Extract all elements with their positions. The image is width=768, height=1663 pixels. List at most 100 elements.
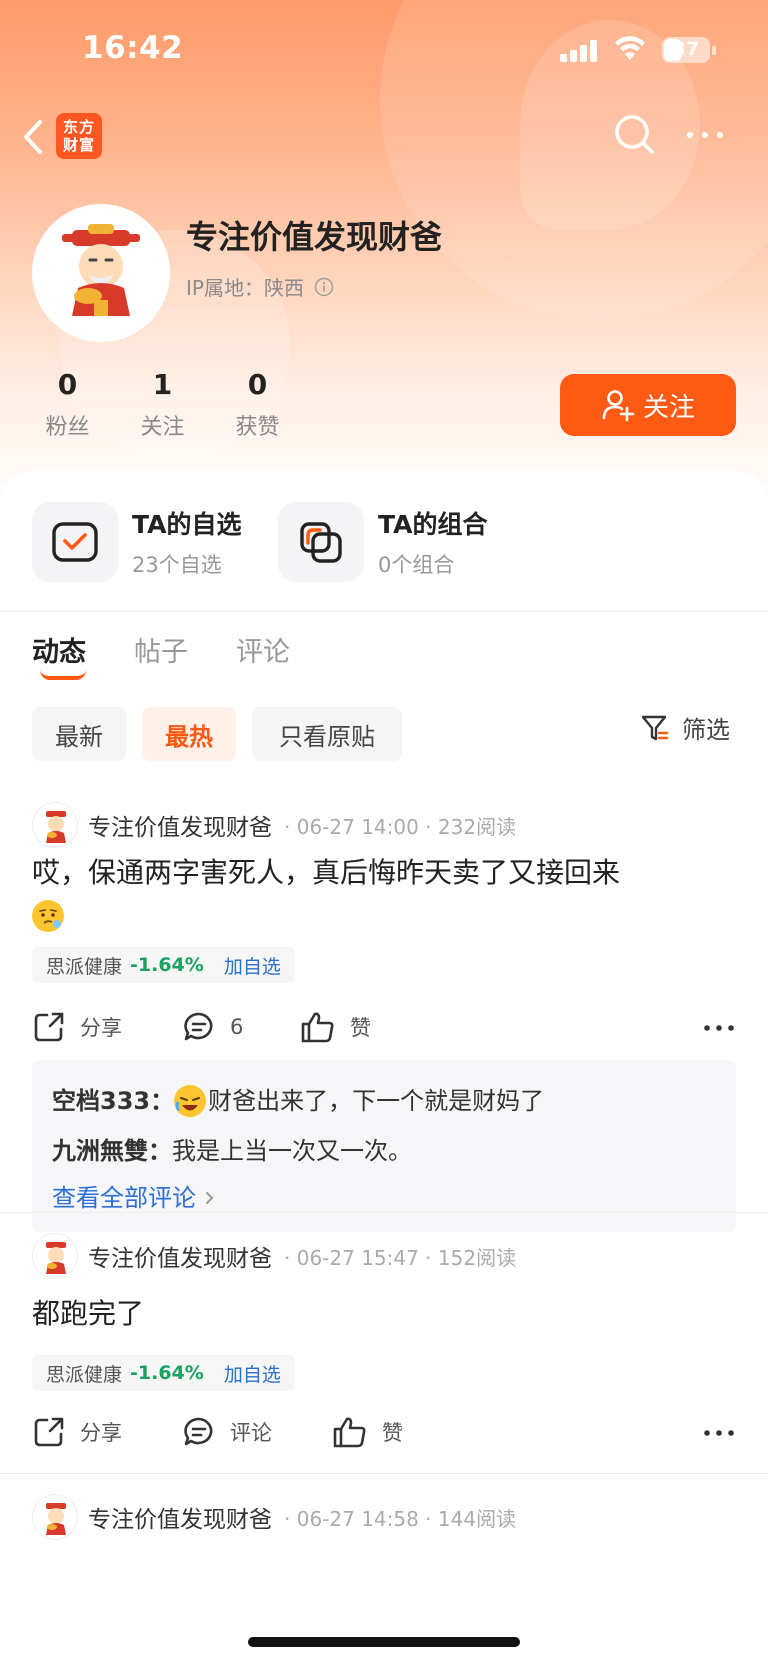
share-label: 分享: [80, 1421, 122, 1445]
post-actions: 分享 评论 赞: [32, 1415, 736, 1455]
stat-followers[interactable]: 0 粉丝: [20, 368, 115, 441]
caishen-avatar-icon: [46, 1242, 66, 1274]
like-button[interactable]: 赞: [300, 1010, 371, 1044]
entry-icon-box: [32, 502, 118, 582]
status-time: 16:42: [82, 30, 184, 66]
entry-subtitle: 0个组合: [378, 553, 455, 577]
more-options-icon[interactable]: [682, 120, 728, 150]
like-button[interactable]: 赞: [332, 1415, 403, 1449]
avatar[interactable]: [32, 1233, 78, 1279]
entry-icon-box: [278, 502, 364, 582]
like-label: 赞: [350, 1016, 371, 1040]
follow-button[interactable]: 关注: [560, 374, 736, 436]
stock-change: -1.64%: [130, 954, 204, 976]
comment-bubble-icon: [184, 1417, 213, 1446]
post-author[interactable]: 专注价值发现财爸: [88, 808, 272, 842]
stat-likes[interactable]: 0 获赞: [210, 368, 305, 441]
share-button[interactable]: 分享: [32, 1415, 122, 1449]
stock-name: 思派健康: [46, 1363, 123, 1386]
filter-label: 筛选: [682, 716, 730, 744]
add-to-watchlist-link[interactable]: 加自选: [224, 1360, 281, 1387]
post-content: 哎，保通两字害死人，真后悔昨天卖了又接回来: [32, 852, 736, 936]
stat-value: 0: [247, 368, 268, 401]
tab-posts[interactable]: 帖子: [134, 630, 188, 669]
comment-button[interactable]: 6: [182, 1010, 243, 1044]
avatar[interactable]: [32, 204, 170, 342]
thumbs-up-icon: [333, 1417, 366, 1448]
ip-location-row: IP属地：陕西: [186, 272, 334, 301]
add-user-icon: [602, 390, 635, 422]
post-author[interactable]: 专注价值发现财爸: [88, 1500, 272, 1534]
info-icon[interactable]: [314, 277, 334, 297]
comment-button[interactable]: 评论: [182, 1415, 272, 1449]
content-card: TA的自选 23个自选 TA的组合 0个组合 动态 帖子 评论 最新 最热 只看…: [0, 470, 768, 1663]
stock-name: 思派健康: [46, 955, 123, 978]
portfolio-squares-icon: [300, 522, 342, 563]
comment-user[interactable]: 九洲無雙：: [52, 1126, 172, 1176]
add-to-watchlist-link[interactable]: 加自选: [224, 952, 281, 979]
avatar[interactable]: [32, 802, 78, 848]
stat-label: 关注: [140, 415, 185, 440]
chip-original-only[interactable]: 只看原贴: [252, 707, 402, 761]
comment-label: 评论: [230, 1421, 272, 1445]
battery-icon: 37: [662, 37, 716, 63]
view-all-comments-link[interactable]: 查看全部评论: [52, 1176, 716, 1220]
profile-stats: 0 粉丝 1 关注 0 获赞: [20, 368, 305, 441]
watchlist-checkbox-icon: [52, 522, 98, 562]
more-options-icon[interactable]: [702, 1018, 736, 1038]
post-author[interactable]: 专注价值发现财爸: [88, 1239, 272, 1273]
back-arrow-icon[interactable]: [14, 112, 54, 162]
battery-level: 37: [672, 38, 700, 60]
stock-tag[interactable]: 思派健康 -1.64% 加自选: [32, 947, 295, 983]
portfolio-entry[interactable]: TA的组合 0个组合: [278, 502, 487, 582]
stat-label: 获赞: [235, 415, 280, 440]
chip-hottest[interactable]: 最热: [142, 707, 236, 761]
tab-activity[interactable]: 动态: [32, 630, 86, 680]
stock-tag[interactable]: 思派健康 -1.64% 加自选: [32, 1355, 295, 1391]
stat-value: 0: [57, 368, 78, 401]
follow-label: 关注: [642, 392, 695, 423]
chip-latest[interactable]: 最新: [32, 707, 126, 761]
comment-text: 我是上当一次又一次。: [172, 1137, 412, 1165]
laughing-emoji-icon: [174, 1085, 207, 1117]
post-text: 都跑完了: [32, 1297, 145, 1330]
profile-name: 专注价值发现财爸: [186, 218, 443, 256]
comment-preview-box[interactable]: 空档333： 财爸出来了，下一个就是财妈了 九洲無雙： 我是上当一次又一次。 查…: [32, 1060, 736, 1232]
like-label: 赞: [382, 1421, 403, 1445]
share-button[interactable]: 分享: [32, 1010, 122, 1044]
view-all-label: 查看全部评论: [52, 1184, 196, 1212]
avatar[interactable]: [32, 1494, 78, 1540]
entry-title: TA的自选: [132, 510, 242, 539]
tab-bar: 动态 帖子 评论: [32, 630, 338, 680]
post-meta: · 06-27 14:58 · 144阅读: [284, 1506, 517, 1531]
divider: [0, 1473, 768, 1474]
share-label: 分享: [80, 1016, 122, 1040]
status-bar: 16:42 37: [0, 0, 768, 100]
post-text: 哎，保通两字害死人，真后悔昨天卖了又接回来: [32, 856, 621, 889]
home-indicator: [248, 1637, 520, 1647]
caishen-avatar-icon: [46, 811, 66, 843]
stat-label: 粉丝: [45, 415, 90, 440]
search-icon[interactable]: [612, 112, 658, 158]
stock-change: -1.64%: [130, 1362, 204, 1384]
stat-value: 1: [152, 368, 173, 401]
divider: [0, 611, 768, 612]
comment-text: 财爸出来了，下一个就是财妈了: [208, 1087, 545, 1115]
comment-item: 九洲無雙： 我是上当一次又一次。: [52, 1126, 716, 1176]
filter-funnel-icon: [641, 715, 669, 740]
brand-logo[interactable]: 东方财富: [56, 113, 102, 159]
watchlist-entry[interactable]: TA的自选 23个自选: [32, 502, 241, 582]
more-options-icon[interactable]: [702, 1423, 736, 1443]
tab-comments[interactable]: 评论: [236, 630, 290, 669]
comment-user[interactable]: 空档333：: [52, 1076, 174, 1126]
thinking-emoji-icon: [32, 900, 64, 932]
post-actions: 分享 6 赞: [32, 1010, 736, 1050]
stat-following[interactable]: 1 关注: [115, 368, 210, 441]
ip-location: IP属地：陕西: [186, 276, 304, 300]
post-meta: · 06-27 14:00 · 232阅读: [284, 814, 517, 839]
caishen-avatar-icon: [62, 224, 140, 316]
filter-button[interactable]: 筛选: [640, 710, 730, 745]
divider: [0, 1212, 768, 1213]
tab-label: 评论: [236, 637, 290, 668]
wifi-icon: [615, 36, 645, 60]
